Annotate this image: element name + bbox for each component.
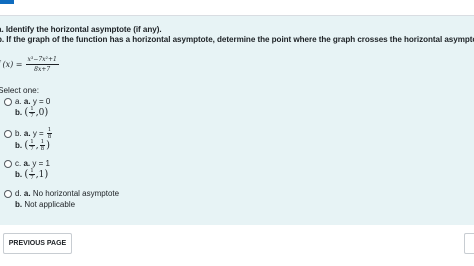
option-a-point: b. ( 1 7 , 0 ) bbox=[15, 106, 48, 119]
part-b-label: b. bbox=[15, 200, 23, 209]
option-letter: d. bbox=[15, 189, 22, 198]
point-x-fraction: 1 7 bbox=[29, 106, 35, 119]
close-paren: ) bbox=[46, 140, 51, 151]
option-b-point: b. ( 1 7 , 1 8 ) bbox=[15, 139, 50, 152]
select-one-label: Select one: bbox=[0, 86, 39, 95]
part-a-label: a. bbox=[23, 129, 31, 138]
question-panel: a. Identify the horizontal asymptote (if… bbox=[0, 16, 474, 225]
fraction-numerator: 1 bbox=[29, 106, 35, 113]
close-paren: ) bbox=[44, 107, 49, 118]
comma: , bbox=[35, 140, 39, 151]
radio-option-d[interactable] bbox=[4, 189, 12, 198]
option-d[interactable]: d. a. No horizontal asymptote bbox=[4, 189, 119, 198]
fraction-denominator: 7 bbox=[30, 146, 34, 152]
option-b-asymptote: y = bbox=[32, 129, 44, 138]
point-y-fraction: 1 8 bbox=[39, 139, 46, 152]
option-a-asymptote: y = 0 bbox=[32, 97, 51, 106]
part-a-label: a. bbox=[23, 189, 31, 198]
open-paren: ( bbox=[24, 169, 29, 180]
question-part-a: a. Identify the horizontal asymptote (if… bbox=[0, 25, 162, 34]
function-equation: f (x) = x³−7x²+1 8x+7 bbox=[0, 56, 59, 73]
fraction-numerator: 1 bbox=[46, 127, 53, 134]
fraction-numerator: 1 bbox=[29, 168, 35, 175]
fraction-numerator: 1 bbox=[29, 139, 35, 146]
function-label: f (x) = bbox=[0, 60, 23, 69]
part-a-label: a. bbox=[23, 97, 31, 106]
fraction-denominator: 7 bbox=[30, 175, 34, 181]
radio-option-b[interactable] bbox=[4, 129, 12, 138]
open-paren: ( bbox=[24, 140, 29, 151]
part-b-label: b. bbox=[15, 170, 23, 179]
part-a-label: a. bbox=[23, 159, 31, 168]
option-c-point: b. ( 1 7 , 1 ) bbox=[15, 168, 48, 181]
option-letter: a. bbox=[15, 97, 22, 106]
open-paren: ( bbox=[24, 107, 29, 118]
accent-strip bbox=[0, 0, 14, 4]
option-d-asymptote: No horizontal asymptote bbox=[32, 189, 120, 198]
fraction-numerator: 1 bbox=[39, 139, 46, 146]
part-b-label: b. bbox=[15, 141, 23, 150]
function-numerator: x³−7x²+1 bbox=[25, 56, 59, 65]
fraction-denominator: 8 bbox=[40, 146, 45, 152]
radio-option-a[interactable] bbox=[4, 97, 12, 106]
next-page-button[interactable] bbox=[464, 233, 474, 254]
function-fraction: x³−7x²+1 8x+7 bbox=[25, 56, 59, 73]
option-d-point: b. Not applicable bbox=[15, 200, 75, 209]
point-x-fraction: 1 7 bbox=[29, 168, 35, 181]
close-paren: ) bbox=[44, 169, 49, 180]
top-bar bbox=[0, 0, 474, 16]
function-denominator: 8x+7 bbox=[34, 66, 51, 73]
question-part-b: b. If the graph of the function has a ho… bbox=[0, 35, 474, 44]
fraction-denominator: 7 bbox=[30, 113, 34, 119]
previous-page-button[interactable]: PREVIOUS PAGE bbox=[3, 233, 72, 254]
option-d-point-text: Not applicable bbox=[24, 200, 76, 209]
option-letter: c. bbox=[15, 159, 22, 168]
option-c[interactable]: c. a. y = 1 bbox=[4, 159, 50, 168]
part-b-label: b. bbox=[15, 108, 23, 117]
option-letter: b. bbox=[15, 129, 22, 138]
option-c-asymptote: y = 1 bbox=[32, 159, 50, 168]
option-a[interactable]: a. a. y = 0 bbox=[4, 97, 50, 106]
radio-option-c[interactable] bbox=[4, 159, 12, 168]
point-x-fraction: 1 7 bbox=[29, 139, 35, 152]
